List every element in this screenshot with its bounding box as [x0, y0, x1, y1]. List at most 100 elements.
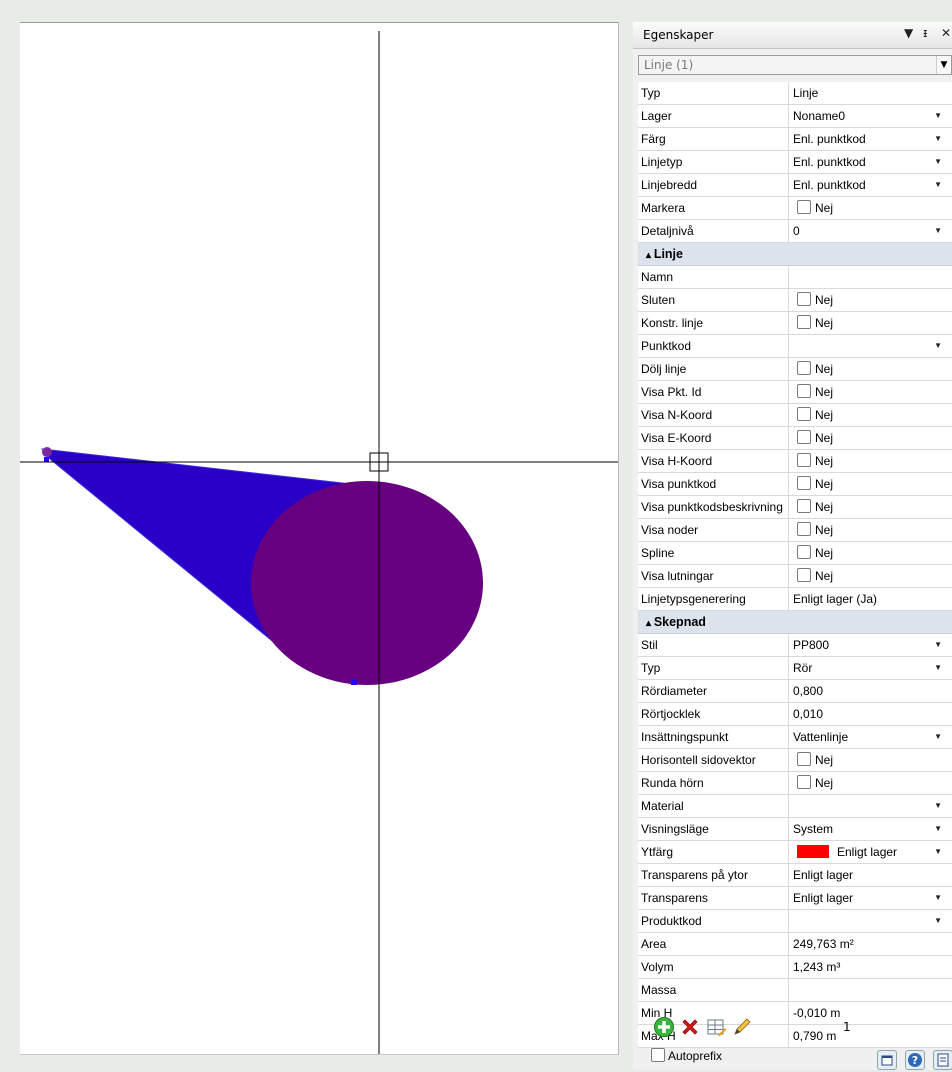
property-value-cell[interactable]: 0,010	[790, 703, 952, 725]
property-checkbox[interactable]	[797, 752, 811, 766]
chevron-down-icon[interactable]: ▼	[934, 335, 942, 357]
property-value-cell[interactable]: Linje	[790, 82, 952, 104]
property-row-markera[interactable]: Markera Nej	[638, 197, 952, 220]
chevron-down-icon[interactable]: ▼	[934, 841, 942, 863]
drawing-canvas[interactable]	[20, 22, 619, 1055]
chevron-down-icon[interactable]: ▼	[934, 174, 942, 196]
chevron-down-icon[interactable]: ▼	[934, 105, 942, 127]
object-selector-dropdown[interactable]: Linje (1) ▼	[638, 55, 952, 75]
property-row-visa-n-koord[interactable]: Visa N-Koord Nej	[638, 404, 952, 427]
property-row-linjebredd[interactable]: Linjebredd Enl. punktkod ▼	[638, 174, 952, 197]
table-edit-icon[interactable]	[705, 1016, 727, 1038]
property-value-cell[interactable]: Enligt lager ▼	[790, 887, 952, 909]
property-value-cell[interactable]: 0,800	[790, 680, 952, 702]
property-value-cell[interactable]: Nej	[790, 197, 952, 219]
property-row-farg[interactable]: Färg Enl. punktkod ▼	[638, 128, 952, 151]
property-checkbox[interactable]	[797, 407, 811, 421]
chevron-down-icon[interactable]: ▼	[934, 795, 942, 817]
property-row-visa-e-koord[interactable]: Visa E-Koord Nej	[638, 427, 952, 450]
property-checkbox[interactable]	[797, 315, 811, 329]
property-value-cell[interactable]: Nej	[790, 496, 952, 518]
delete-icon[interactable]	[679, 1016, 701, 1038]
property-row-stil[interactable]: Stil PP800 ▼	[638, 634, 952, 657]
property-checkbox[interactable]	[797, 545, 811, 559]
property-value-cell[interactable]: Nej	[790, 289, 952, 311]
property-row-linjetypsgenerering[interactable]: Linjetypsgenerering Enligt lager (Ja)	[638, 588, 952, 611]
list-view-icon[interactable]	[933, 1050, 952, 1070]
help-icon[interactable]: ?	[905, 1050, 925, 1070]
property-value-cell[interactable]: Enl. punktkod ▼	[790, 128, 952, 150]
property-value-cell[interactable]: 249,763 m²	[790, 933, 952, 955]
property-value-cell[interactable]: Nej	[790, 542, 952, 564]
property-row-typ[interactable]: Typ Linje	[638, 82, 952, 105]
property-row-transparens-pa-ytor[interactable]: Transparens på ytor Enligt lager	[638, 864, 952, 887]
chevron-down-icon[interactable]: ▼	[934, 818, 942, 840]
section-header-skepnad[interactable]: ▴ Skepnad	[638, 611, 952, 634]
panel-menu-dropdown-icon[interactable]: ▼	[904, 26, 913, 40]
start-node-marker[interactable]	[42, 447, 52, 457]
property-value-cell[interactable]: PP800 ▼	[790, 634, 952, 656]
property-checkbox[interactable]	[797, 430, 811, 444]
property-value-cell[interactable]: ▼	[790, 795, 952, 817]
chevron-down-icon[interactable]: ▼	[934, 910, 942, 932]
property-checkbox[interactable]	[797, 200, 811, 214]
property-row-runda-horn[interactable]: Runda hörn Nej	[638, 772, 952, 795]
property-row-produktkod[interactable]: Produktkod ▼	[638, 910, 952, 933]
property-row-ytfarg[interactable]: Ytfärg Enligt lager ▼	[638, 841, 952, 864]
add-icon[interactable]	[653, 1016, 675, 1038]
property-value-cell[interactable]: Nej	[790, 381, 952, 403]
property-row-typ[interactable]: Typ Rör ▼	[638, 657, 952, 680]
chevron-down-icon[interactable]: ▼	[934, 634, 942, 656]
property-row-visa-noder[interactable]: Visa noder Nej	[638, 519, 952, 542]
property-row-material[interactable]: Material ▼	[638, 795, 952, 818]
property-checkbox[interactable]	[797, 499, 811, 513]
collapse-caret-icon[interactable]: ▴	[646, 618, 654, 629]
property-row-visa-pkt-id[interactable]: Visa Pkt. Id Nej	[638, 381, 952, 404]
property-checkbox[interactable]	[797, 361, 811, 375]
property-checkbox[interactable]	[797, 384, 811, 398]
panel-pin-icon[interactable]: ᵻ	[923, 26, 927, 40]
property-value-cell[interactable]: Nej	[790, 404, 952, 426]
property-value-cell[interactable]: Nej	[790, 427, 952, 449]
property-value-cell[interactable]: Nej	[790, 473, 952, 495]
autoprefix-checkbox[interactable]	[651, 1048, 665, 1062]
property-value-cell[interactable]: 1,243 m³	[790, 956, 952, 978]
window-icon[interactable]	[877, 1050, 897, 1070]
property-row-rortjocklek[interactable]: Rörtjocklek 0,010	[638, 703, 952, 726]
property-value-cell[interactable]: Enligt lager	[790, 864, 952, 886]
property-row-namn[interactable]: Namn	[638, 266, 952, 289]
property-row-konstr-linje[interactable]: Konstr. linje Nej	[638, 312, 952, 335]
property-row-area[interactable]: Area 249,763 m²	[638, 933, 952, 956]
property-checkbox[interactable]	[797, 453, 811, 467]
property-value-cell[interactable]: Enl. punktkod ▼	[790, 151, 952, 173]
collapse-caret-icon[interactable]: ▴	[646, 250, 654, 261]
property-value-cell[interactable]: Nej	[790, 312, 952, 334]
property-value-cell[interactable]: Enligt lager ▼	[790, 841, 952, 863]
property-row-dolj-linje[interactable]: Dölj linje Nej	[638, 358, 952, 381]
property-value-cell[interactable]: Noname0 ▼	[790, 105, 952, 127]
autoprefix-option[interactable]: Autoprefix	[651, 1048, 722, 1063]
chevron-down-icon[interactable]: ▼	[936, 56, 951, 74]
property-value-cell[interactable]	[790, 266, 952, 288]
property-value-cell[interactable]: Enligt lager (Ja)	[790, 588, 952, 610]
property-value-cell[interactable]	[790, 979, 952, 1001]
property-value-cell[interactable]: Nej	[790, 749, 952, 771]
property-row-horisontell-sidovektor[interactable]: Horisontell sidovektor Nej	[638, 749, 952, 772]
property-row-visningslage[interactable]: Visningsläge System ▼	[638, 818, 952, 841]
property-row-linjetyp[interactable]: Linjetyp Enl. punktkod ▼	[638, 151, 952, 174]
property-row-lager[interactable]: Lager Noname0 ▼	[638, 105, 952, 128]
panel-close-icon[interactable]: ✕	[941, 26, 951, 40]
property-row-spline[interactable]: Spline Nej	[638, 542, 952, 565]
property-row-detaljniva[interactable]: Detaljnivå 0 ▼	[638, 220, 952, 243]
pipe-end-ellipse[interactable]	[251, 481, 483, 685]
chevron-down-icon[interactable]: ▼	[934, 726, 942, 748]
property-checkbox[interactable]	[797, 292, 811, 306]
property-checkbox[interactable]	[797, 775, 811, 789]
property-row-rordiameter[interactable]: Rördiameter 0,800	[638, 680, 952, 703]
property-row-visa-h-koord[interactable]: Visa H-Koord Nej	[638, 450, 952, 473]
grip-marker[interactable]	[351, 679, 357, 685]
property-checkbox[interactable]	[797, 476, 811, 490]
chevron-down-icon[interactable]: ▼	[934, 657, 942, 679]
pencil-icon[interactable]	[731, 1016, 753, 1038]
property-value-cell[interactable]: Enl. punktkod ▼	[790, 174, 952, 196]
